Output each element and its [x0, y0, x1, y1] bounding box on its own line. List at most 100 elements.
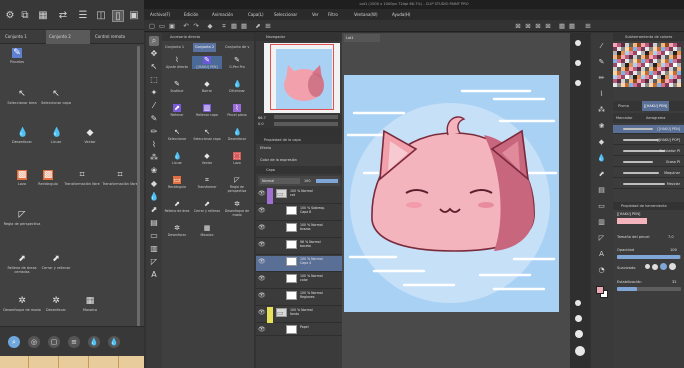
layer-row[interactable]: 👁 100 % Normal brazos	[256, 222, 342, 238]
pencil-icon[interactable]: ✏	[149, 127, 159, 137]
menu-animation[interactable]: Animación	[212, 9, 233, 20]
save-icon[interactable]: ▣	[128, 10, 140, 22]
layer-row[interactable]: 👁 ▭ 100 % Normal fondo	[256, 307, 342, 323]
square-icon[interactable]: ▢	[48, 336, 60, 348]
target-icon[interactable]: ◎	[28, 336, 40, 348]
layer-row[interactable]: 👁 ▭ 100 % Normal cat	[256, 188, 342, 204]
save-icon[interactable]: ▣	[168, 22, 176, 30]
menu-select[interactable]: Seleccionar	[274, 9, 297, 20]
text-icon[interactable]: A	[597, 250, 606, 259]
snap-icon[interactable]: ⊠	[524, 22, 532, 30]
menu-edit[interactable]: Edición	[184, 9, 198, 20]
rotate-slider[interactable]	[274, 122, 338, 126]
foreground-color-swatch[interactable]	[596, 286, 604, 294]
gradient-icon[interactable]: ▤	[149, 218, 159, 228]
subtool-item[interactable]: ◆ Vector	[192, 152, 222, 165]
left-item-perspective-ruler[interactable]: ◸ Regla de perspectiva	[2, 210, 42, 226]
left-item-transform-2[interactable]: ⌗ Transformación libre	[100, 170, 140, 186]
opacity-value[interactable]: 100	[670, 248, 677, 252]
subtool-item[interactable]: ✎ G-Pen Pro	[222, 56, 252, 69]
brush-icon[interactable]: ⌇	[149, 140, 159, 150]
operation-icon[interactable]: ↖	[149, 62, 159, 72]
balloon-icon[interactable]: ◔	[597, 266, 606, 275]
ruler-icon[interactable]: ◸	[149, 257, 159, 267]
brush-row[interactable]: Mezclar	[613, 180, 684, 189]
layer-row[interactable]: 👁 Papel	[256, 324, 342, 336]
layer-row[interactable]: 👁 100 % Normal Capa 4	[256, 256, 342, 272]
left-item-mosaic[interactable]: ▦ Mosaico	[70, 296, 110, 312]
decoration-icon[interactable]: ❀	[149, 166, 159, 176]
open-icon[interactable]: ▭	[158, 22, 166, 30]
subtool-tab-set-3[interactable]: Conjunto de v	[223, 43, 251, 52]
smoothing-option[interactable]	[669, 263, 676, 270]
layer-row[interactable]: 👁 100 % Sobrexp. Capa 8	[256, 205, 342, 221]
smoothing-option[interactable]	[652, 264, 658, 270]
eyedropper-icon[interactable]: ⁄	[149, 101, 159, 111]
opacity-slider[interactable]	[316, 179, 338, 183]
layer-row[interactable]: 👁 100 % Normal Regiones	[256, 290, 342, 306]
subtool-item[interactable]: ✎ [[HAKU] PEN]	[192, 56, 222, 69]
grid-icon[interactable]: ▦	[230, 22, 238, 30]
snap-icon[interactable]: ⊠	[514, 22, 522, 30]
zoom-value[interactable]: 66.7	[258, 116, 266, 120]
airbrush-icon[interactable]: ⁂	[149, 153, 159, 163]
subtool-item[interactable]: ↖ Seleccionar	[162, 128, 192, 141]
gradient-icon[interactable]: ▤	[597, 186, 606, 195]
subtool-item[interactable]: ▥ Rellenar capa	[192, 104, 222, 117]
opacity-value[interactable]: 100	[304, 178, 310, 184]
layer-row[interactable]: 👁 96 % Normal boceto	[256, 239, 342, 255]
smoothing-option[interactable]	[645, 264, 650, 269]
workspace-icon[interactable]: ⊞	[584, 22, 592, 30]
tab-remote-control[interactable]: Control remoto	[92, 30, 140, 44]
pencil-icon[interactable]: ✏	[597, 74, 606, 83]
brush-size-dot[interactable]	[575, 80, 581, 86]
subtool-item[interactable]: 💧 Difuminar	[222, 80, 252, 93]
brush-size-dot[interactable]	[575, 300, 581, 306]
zoom-slider[interactable]	[274, 115, 338, 119]
menu-filter[interactable]: Filtro	[328, 9, 338, 20]
left-item-vector[interactable]: ◆ Vector	[70, 128, 110, 144]
move-icon[interactable]: ✥	[149, 49, 159, 59]
eye-icon[interactable]: 👁	[258, 292, 266, 299]
subtool-item[interactable]: ⬈ Rellenar	[162, 104, 192, 117]
menu-help[interactable]: Ayuda(H)	[392, 9, 411, 20]
phone-icon[interactable]: ▯	[112, 10, 124, 22]
tab-set-1[interactable]: Conjunto 1	[2, 30, 44, 44]
fill-icon[interactable]: ⬈	[149, 205, 159, 215]
blend-icon[interactable]: 💧	[597, 154, 606, 163]
eye-icon[interactable]: 👁	[258, 275, 266, 282]
subtool-item[interactable]: ◸ Regla de perspectiva	[222, 176, 252, 193]
subtool-item[interactable]: ⬈ Cerrar y rellenar	[192, 200, 222, 213]
eraser-icon[interactable]: ◆	[206, 22, 214, 30]
brush-row[interactable]: Maquinar	[613, 169, 684, 178]
left-item-transform-1[interactable]: ⌗ Transformación libre	[62, 170, 102, 186]
drop-icon[interactable]: 💧	[88, 336, 100, 348]
left-item-brushes[interactable]: ✎ Pinceles	[2, 48, 32, 64]
airbrush-icon[interactable]: ⁂	[597, 106, 606, 115]
brush-size-dot[interactable]	[575, 315, 582, 322]
snap-icon[interactable]: ⊠	[544, 22, 552, 30]
subtool-item[interactable]: ↖ Seleccionar capa	[192, 128, 222, 141]
navigator-view-frame[interactable]	[270, 44, 334, 110]
eye-icon[interactable]: 👁	[258, 326, 266, 333]
brush-icon[interactable]: ⌇	[597, 90, 606, 99]
new-icon[interactable]: ▢	[148, 22, 156, 30]
eye-icon[interactable]: 👁	[258, 224, 266, 231]
brush-tab-haku-pen[interactable]: [[HAKU] PEN]	[642, 101, 670, 111]
redo-icon[interactable]: ↷	[192, 22, 200, 30]
subtool-item[interactable]: ⌇ Ajuste directo	[162, 56, 192, 69]
left-scrollbar[interactable]	[137, 46, 140, 336]
brush-row[interactable]: [[HAKU] POP]	[613, 136, 684, 145]
stabilization-value[interactable]: 32	[672, 280, 677, 284]
opacity-slider[interactable]	[617, 255, 681, 259]
subtool-tab-set-2[interactable]: Conjunto 2	[193, 43, 217, 52]
brush-size-dot[interactable]	[575, 60, 581, 66]
brush-size-value[interactable]: 7.0	[668, 235, 674, 239]
color-swatch[interactable]	[677, 83, 681, 87]
grid-icon[interactable]: ▦	[558, 22, 566, 30]
brush-size-dot[interactable]	[575, 330, 583, 338]
zoom-icon[interactable]: ⌕	[149, 36, 159, 46]
brush-row[interactable]: [[HAKU] PEN]	[613, 125, 684, 134]
brush-row[interactable]: Rotulador PI	[613, 147, 684, 156]
text-icon[interactable]: A	[149, 270, 159, 280]
